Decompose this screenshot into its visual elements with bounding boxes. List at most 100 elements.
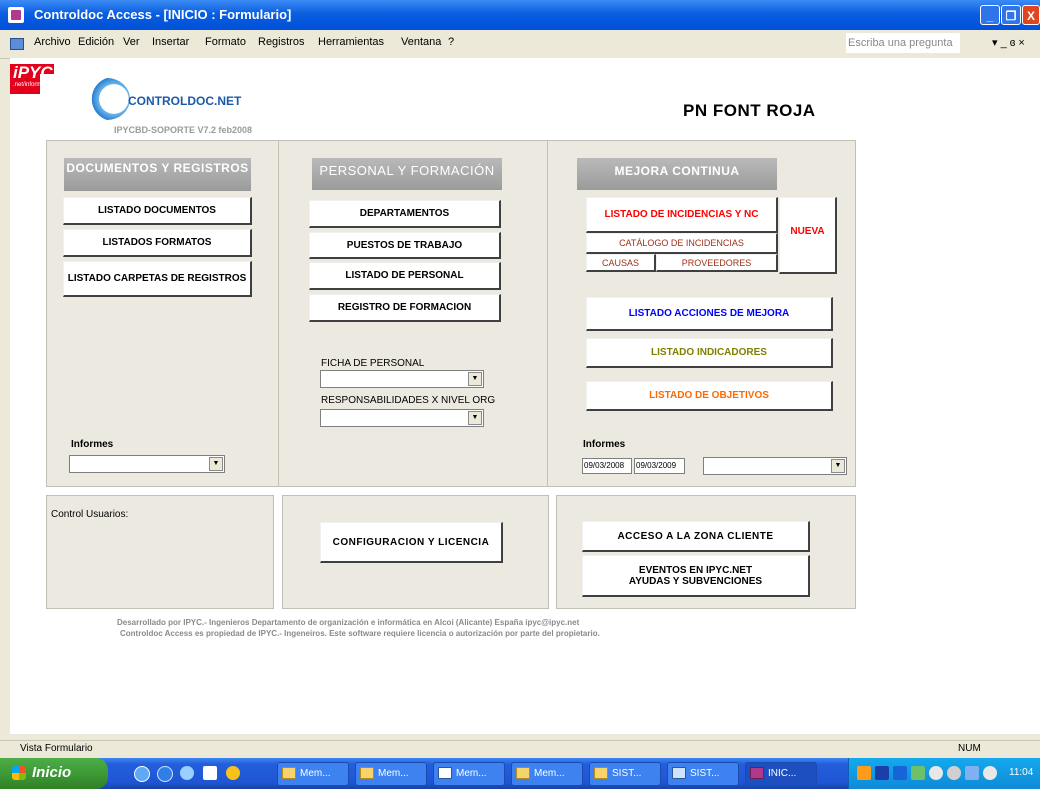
taskbar-item[interactable]: SIST... xyxy=(589,762,661,786)
mejora-informes-label: Informes xyxy=(583,439,626,450)
chevron-down-icon[interactable]: ▼ xyxy=(468,372,482,386)
access-icon xyxy=(750,767,764,779)
registro-formacion-button[interactable]: REGISTRO DE FORMACION xyxy=(309,294,501,322)
controldoc-logo-swirl-icon xyxy=(84,78,130,120)
tray-app-icon[interactable] xyxy=(875,766,889,780)
minimize-button[interactable]: _ xyxy=(980,5,1000,25)
start-button[interactable]: Inicio xyxy=(0,758,108,789)
taskbar-item-active[interactable]: INIC... xyxy=(745,762,817,786)
messenger-quicklaunch-icon[interactable] xyxy=(180,766,194,780)
menu-registros[interactable]: Registros xyxy=(258,36,304,48)
menu-help[interactable]: ? xyxy=(448,36,454,48)
listado-acciones-mejora-button[interactable]: LISTADO ACCIONES DE MEJORA xyxy=(586,297,833,331)
task-label: Mem... xyxy=(534,768,565,779)
taskbar-item[interactable]: Mem... xyxy=(433,762,505,786)
listado-objetivos-button[interactable]: LISTADO DE OBJETIVOS xyxy=(586,381,833,411)
windows-logo-icon xyxy=(12,766,26,780)
chevron-down-icon[interactable]: ▼ xyxy=(209,457,223,471)
taskbar: Inicio Mem... Mem... Mem... Mem... SIST.… xyxy=(0,758,1040,789)
menu-ver[interactable]: Ver xyxy=(123,36,140,48)
close-button[interactable]: X xyxy=(1022,5,1040,25)
ask-question-input[interactable]: Escriba una pregunta xyxy=(846,33,960,53)
tray-app-icon[interactable] xyxy=(983,766,997,780)
tray-app-icon[interactable] xyxy=(857,766,871,780)
tray-app-icon[interactable] xyxy=(893,766,907,780)
causas-button[interactable]: CAUSAS xyxy=(586,254,656,272)
taskbar-item[interactable]: Mem... xyxy=(355,762,427,786)
divider xyxy=(278,140,279,487)
date-from-field[interactable]: 09/03/2008 xyxy=(582,458,632,474)
responsabilidades-select[interactable]: ▼ xyxy=(320,409,484,427)
listado-personal-button[interactable]: LISTADO DE PERSONAL xyxy=(309,262,501,290)
footer-line-1: Desarrollado por IPYC.- Ingenieros Depar… xyxy=(117,618,580,627)
informes-label: Informes xyxy=(71,439,114,450)
menu-insertar[interactable]: Insertar xyxy=(152,36,189,48)
taskbar-item[interactable]: SIST... xyxy=(667,762,739,786)
controldoc-logo-text: CONTROLDOC.NET xyxy=(128,94,242,108)
chevron-down-icon[interactable]: ▼ xyxy=(468,411,482,425)
responsabilidades-label: RESPONSABILIDADES X NIVEL ORG xyxy=(321,395,496,406)
configuracion-licencia-button[interactable]: CONFIGURACION Y LICENCIA xyxy=(320,522,503,563)
task-label: Mem... xyxy=(456,768,487,779)
title-bar: Controldoc Access - [INICIO : Formulario… xyxy=(0,0,1040,30)
date-to-field[interactable]: 09/03/2009 xyxy=(634,458,685,474)
form-icon xyxy=(10,38,24,50)
listado-documentos-button[interactable]: LISTADO DOCUMENTOS xyxy=(63,197,252,225)
status-bar: Vista Formulario NUM xyxy=(0,740,1040,759)
taskbar-item[interactable]: Mem... xyxy=(511,762,583,786)
start-label: Inicio xyxy=(32,764,72,781)
tray-app-icon[interactable] xyxy=(929,766,943,780)
documentos-informes-select[interactable]: ▼ xyxy=(69,455,225,473)
footer-line-2: Controldoc Access es propiedad de IPYC.-… xyxy=(120,629,600,638)
ficha-personal-label: FICHA DE PERSONAL xyxy=(321,358,425,369)
word-icon xyxy=(438,767,452,779)
listados-formatos-button[interactable]: LISTADOS FORMATOS xyxy=(63,229,252,257)
menu-edicion[interactable]: Edición xyxy=(78,36,114,48)
mejora-informes-select[interactable]: ▼ xyxy=(703,457,847,475)
tray-network-icon[interactable] xyxy=(911,766,925,780)
listado-incidencias-button[interactable]: LISTADO DE INCIDENCIAS Y NC xyxy=(586,197,778,233)
tray-volume-icon[interactable] xyxy=(947,766,961,780)
folder-icon xyxy=(516,767,530,779)
catalogo-incidencias-button[interactable]: CATÁLOGO DE INCIDENCIAS xyxy=(586,233,778,254)
listado-carpetas-button[interactable]: LISTADO CARPETAS DE REGISTROS xyxy=(63,261,252,297)
proveedores-button[interactable]: PROVEEDORES xyxy=(656,254,778,272)
folder-icon xyxy=(360,767,374,779)
tray-app-icon[interactable] xyxy=(965,766,979,780)
puestos-trabajo-button[interactable]: PUESTOS DE TRABAJO xyxy=(309,232,501,259)
company-name: PN FONT ROJA xyxy=(683,101,816,120)
menu-herramientas[interactable]: Herramientas xyxy=(318,36,384,48)
documentos-informes-value xyxy=(70,457,72,467)
folder-icon xyxy=(282,767,296,779)
eventos-ayudas-button[interactable]: EVENTOS EN IPYC.NET AYUDAS Y SUBVENCIONE… xyxy=(582,555,810,597)
ie-quicklaunch-icon[interactable] xyxy=(134,766,150,782)
listado-indicadores-button[interactable]: LISTADO INDICADORES xyxy=(586,338,833,368)
mejora-header: MEJORA CONTINUA xyxy=(577,158,777,190)
documentos-header: DOCUMENTOS Y REGISTROS xyxy=(64,158,251,191)
acceso-zona-cliente-button[interactable]: ACCESO A LA ZONA CLIENTE xyxy=(582,521,810,552)
menu-archivo[interactable]: Archivo xyxy=(34,36,71,48)
menu-formato[interactable]: Formato xyxy=(205,36,246,48)
nueva-incidencia-button[interactable]: NUEVA xyxy=(779,197,837,274)
num-lock-indicator: NUM xyxy=(958,743,981,754)
task-label: Mem... xyxy=(300,768,331,779)
menu-ventana[interactable]: Ventana xyxy=(401,36,441,48)
browser-quicklaunch-icon[interactable] xyxy=(157,766,173,782)
control-usuarios-panel: Control Usuarios: xyxy=(46,495,274,609)
controldoc-logo: CONTROLDOC.NET xyxy=(40,74,294,124)
chevron-down-icon[interactable]: ▼ xyxy=(831,459,845,473)
taskbar-item[interactable]: Mem... xyxy=(277,762,349,786)
task-label: SIST... xyxy=(612,768,642,779)
personal-header: PERSONAL Y FORMACIÓN xyxy=(312,158,502,190)
version-label: IPYCBD-SOPORTE V7.2 feb2008 xyxy=(114,125,253,135)
clock[interactable]: 11:04 xyxy=(1009,767,1033,778)
ficha-personal-select[interactable]: ▼ xyxy=(320,370,484,388)
task-label: Mem... xyxy=(378,768,409,779)
media-quicklaunch-icon[interactable] xyxy=(226,766,240,780)
departamentos-button[interactable]: DEPARTAMENTOS xyxy=(309,200,501,228)
restore-button[interactable]: ❐ xyxy=(1001,5,1021,25)
search-quicklaunch-icon[interactable] xyxy=(203,766,217,780)
form-area: iPYC .net/informática CONTROLDOC.NET IPY… xyxy=(10,58,1040,734)
task-label: INIC... xyxy=(768,768,797,779)
mdi-controls[interactable]: ▾ _ ɞ × xyxy=(992,36,1025,49)
